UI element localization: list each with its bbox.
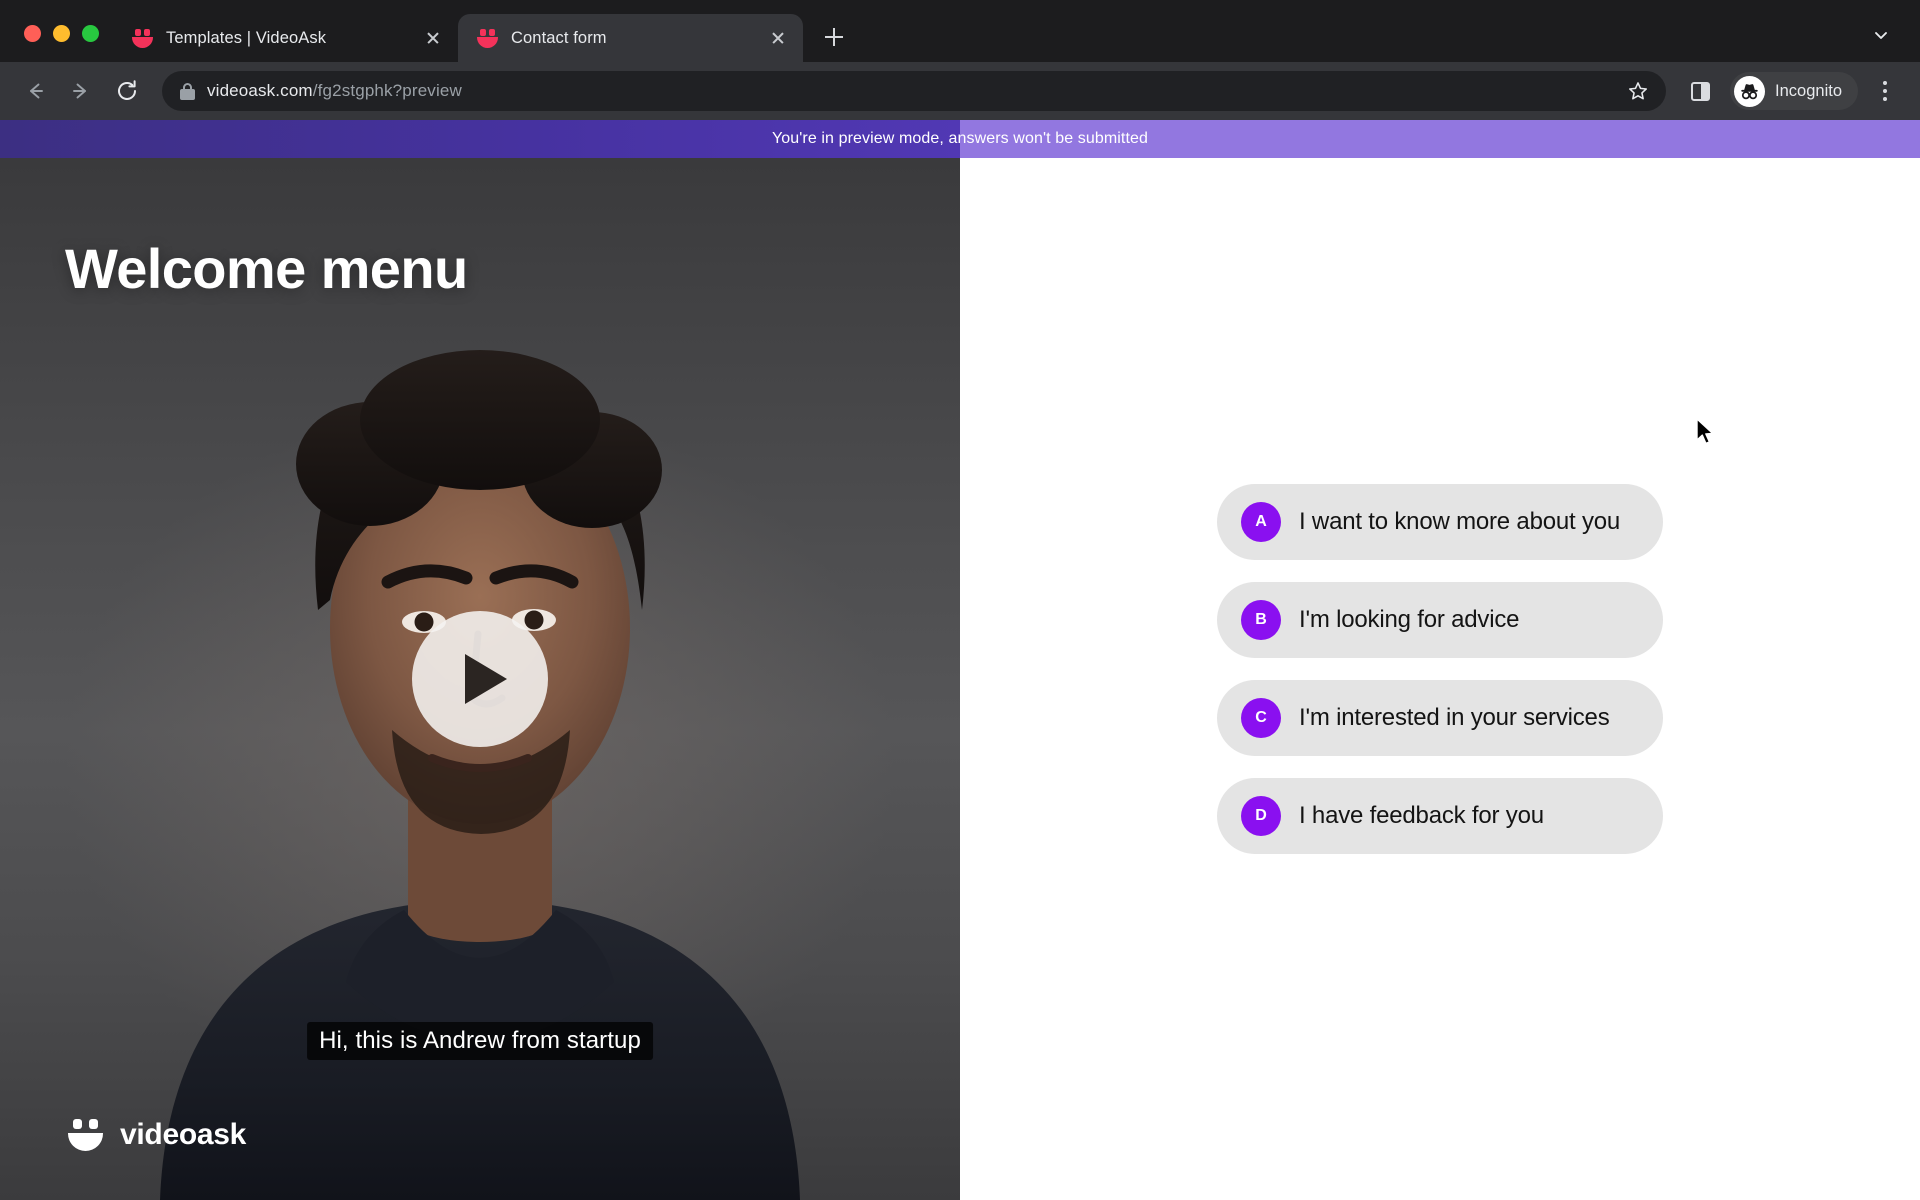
side-panel-icon[interactable] bbox=[1680, 71, 1720, 111]
browser-tab-contact-form[interactable]: Contact form bbox=[458, 14, 803, 62]
tab-search-chevron-down-icon[interactable] bbox=[1864, 18, 1898, 52]
option-letter-badge: D bbox=[1241, 796, 1281, 836]
url-path: /fg2stgphk?preview bbox=[312, 81, 462, 100]
option-label: I'm interested in your services bbox=[1299, 704, 1610, 731]
video-caption: Hi, this is Andrew from startup bbox=[307, 1022, 653, 1060]
maximize-window-button[interactable] bbox=[82, 25, 99, 42]
videoask-split-layout: Welcome menu Hi, this is Andrew from sta… bbox=[0, 158, 1920, 1200]
browser-toolbar: videoask.com/fg2stgphk?preview Incognito bbox=[0, 62, 1920, 120]
incognito-hat-icon bbox=[1734, 75, 1766, 107]
incognito-label: Incognito bbox=[1775, 81, 1842, 100]
new-tab-button[interactable] bbox=[813, 16, 855, 58]
answer-option-a[interactable]: A I want to know more about you bbox=[1217, 484, 1663, 560]
videoask-smiley-icon bbox=[131, 27, 154, 50]
answer-options-list: A I want to know more about you B I'm lo… bbox=[1217, 484, 1663, 854]
reload-icon[interactable] bbox=[106, 70, 148, 112]
videoask-brand-text: videoask bbox=[120, 1118, 247, 1151]
videoask-smiley-icon bbox=[68, 1118, 104, 1152]
video-panel[interactable]: Welcome menu Hi, this is Andrew from sta… bbox=[0, 158, 960, 1200]
close-tab-icon[interactable] bbox=[765, 25, 791, 51]
back-arrow-icon[interactable] bbox=[14, 70, 56, 112]
play-triangle-icon bbox=[464, 654, 507, 704]
videoask-smiley-icon bbox=[476, 27, 499, 50]
tab-strip: Templates | VideoAsk Contact form bbox=[0, 0, 1920, 62]
option-letter-badge: B bbox=[1241, 600, 1281, 640]
minimize-window-button[interactable] bbox=[53, 25, 70, 42]
address-bar[interactable]: videoask.com/fg2stgphk?preview bbox=[162, 71, 1667, 111]
star-icon[interactable] bbox=[1620, 73, 1656, 109]
close-window-button[interactable] bbox=[24, 25, 41, 42]
answer-options-panel: A I want to know more about you B I'm lo… bbox=[960, 158, 1920, 1200]
page-viewport: You're in preview mode, answers won't be… bbox=[0, 120, 1920, 1200]
tab-title: Contact form bbox=[511, 28, 607, 47]
answer-option-d[interactable]: D I have feedback for you bbox=[1217, 778, 1663, 854]
url-text: videoask.com/fg2stgphk?preview bbox=[207, 81, 462, 101]
three-dots-menu-icon[interactable] bbox=[1868, 72, 1902, 110]
preview-mode-banner: You're in preview mode, answers won't be… bbox=[0, 120, 1920, 158]
incognito-profile-button[interactable]: Incognito bbox=[1730, 72, 1858, 110]
window-traffic-lights bbox=[16, 25, 113, 62]
close-tab-icon[interactable] bbox=[420, 25, 446, 51]
browser-tab-templates[interactable]: Templates | VideoAsk bbox=[113, 14, 458, 62]
url-domain: videoask.com bbox=[207, 81, 313, 100]
answer-option-c[interactable]: C I'm interested in your services bbox=[1217, 680, 1663, 756]
lock-icon[interactable] bbox=[180, 82, 195, 100]
videoask-brand-logo[interactable]: videoask bbox=[68, 1118, 246, 1152]
play-button[interactable] bbox=[412, 611, 548, 747]
tab-title: Templates | VideoAsk bbox=[166, 28, 327, 47]
browser-window: Templates | VideoAsk Contact form videoa… bbox=[0, 0, 1920, 1200]
option-label: I'm looking for advice bbox=[1299, 606, 1520, 633]
answer-option-b[interactable]: B I'm looking for advice bbox=[1217, 582, 1663, 658]
forward-arrow-icon[interactable] bbox=[60, 70, 102, 112]
option-label: I have feedback for you bbox=[1299, 802, 1544, 829]
option-letter-badge: C bbox=[1241, 698, 1281, 738]
option-label: I want to know more about you bbox=[1299, 508, 1621, 535]
video-title: Welcome menu bbox=[65, 237, 468, 300]
preview-banner-text: You're in preview mode, answers won't be… bbox=[771, 130, 1149, 147]
option-letter-badge: A bbox=[1241, 502, 1281, 542]
